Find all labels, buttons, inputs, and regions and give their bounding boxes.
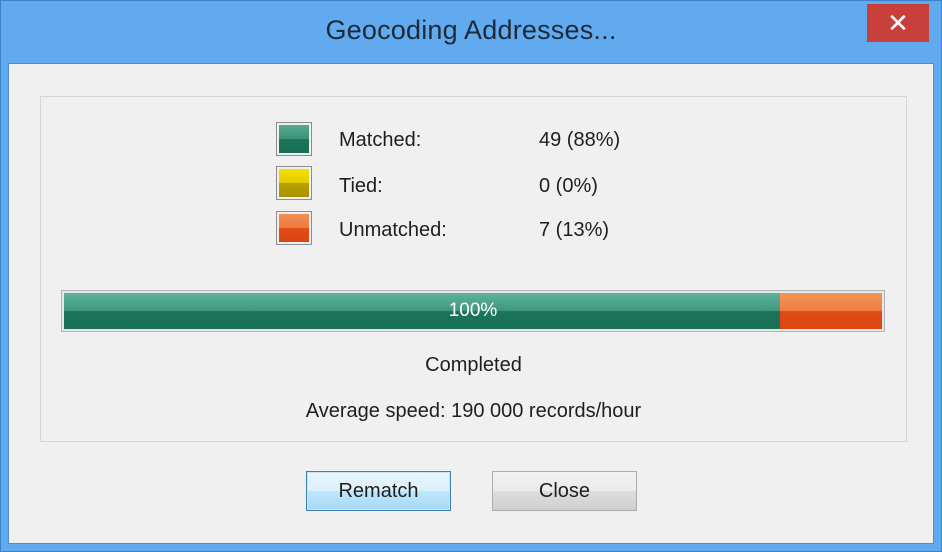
- status-text: Completed: [425, 354, 522, 376]
- close-icon: ✕: [887, 8, 909, 38]
- rematch-button[interactable]: Rematch: [306, 471, 451, 511]
- progress-percent: 100%: [448, 300, 498, 321]
- tied-color-swatch: [276, 166, 312, 200]
- matched-color-swatch: [276, 122, 312, 156]
- window-close-button[interactable]: ✕: [867, 4, 929, 42]
- matched-label: Matched:: [339, 129, 422, 151]
- close-button[interactable]: Close: [492, 471, 637, 511]
- average-speed-text: Average speed: 190 000 records/hour: [305, 400, 642, 422]
- results-group: Matched: 49 (88%) Tied: 0 (0%) Unmatched…: [40, 96, 907, 442]
- tied-label: Tied:: [339, 175, 383, 197]
- unmatched-label: Unmatched:: [339, 219, 447, 241]
- dialog-body: Matched: 49 (88%) Tied: 0 (0%) Unmatched…: [8, 63, 934, 544]
- matched-value: 49 (88%): [539, 129, 621, 151]
- window-title: Geocoding Addresses...: [325, 15, 617, 45]
- geocoding-progress-bar: 100%: [61, 290, 885, 332]
- geocoding-dialog: Geocoding Addresses... ✕ Matched: 49 (88…: [0, 0, 942, 552]
- tied-value: 0 (0%): [539, 175, 598, 197]
- unmatched-value: 7 (13%): [539, 219, 610, 241]
- unmatched-color-swatch: [276, 211, 312, 245]
- title-bar[interactable]: Geocoding Addresses... ✕: [1, 1, 941, 63]
